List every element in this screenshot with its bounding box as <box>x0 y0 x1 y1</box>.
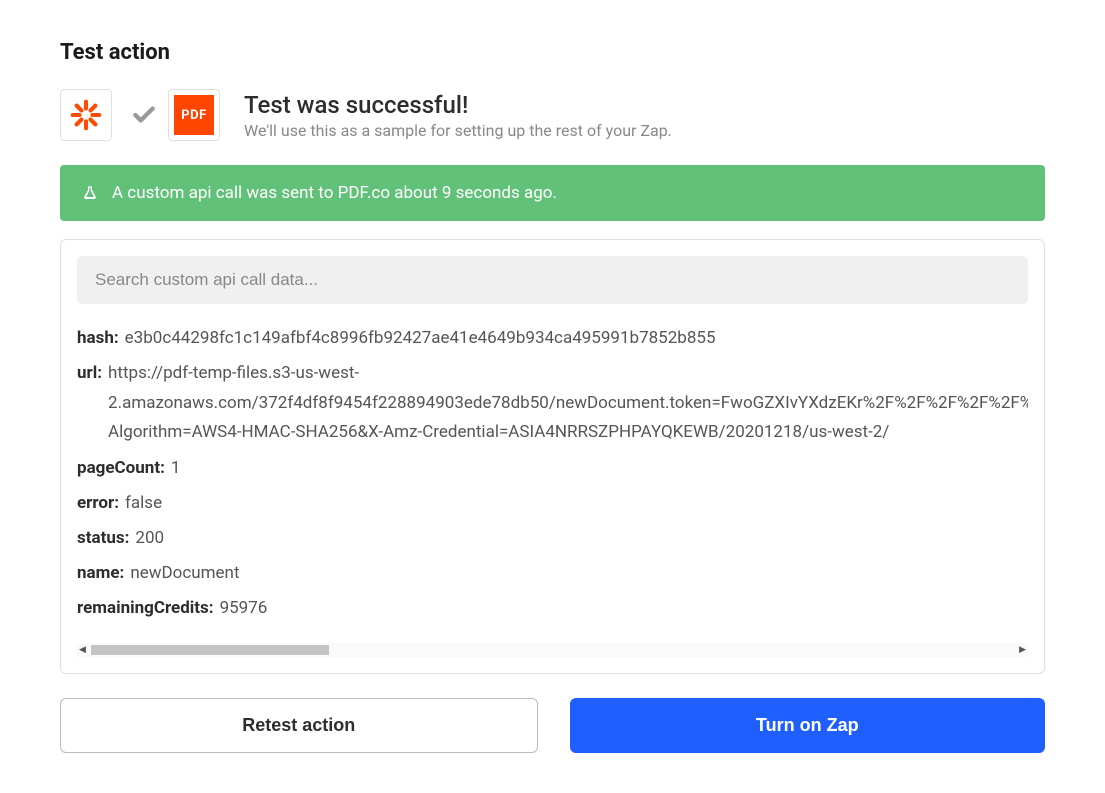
data-value: 95976 <box>220 594 268 623</box>
data-row-error: error: false <box>77 489 1028 518</box>
success-subtitle: We'll use this as a sample for setting u… <box>244 121 672 140</box>
header-text: Test was successful! We'll use this as a… <box>244 91 672 140</box>
banner-message: A custom api call was sent to PDF.co abo… <box>112 183 557 203</box>
data-row-pagecount: pageCount: 1 <box>77 454 1028 483</box>
scroll-right-arrow-icon[interactable]: ▶ <box>1019 645 1026 655</box>
data-row-status: status: 200 <box>77 524 1028 553</box>
flask-icon <box>82 185 98 201</box>
data-key: error: <box>77 489 119 518</box>
data-panel: hash: e3b0c44298fc1c149afbf4c8996fb92427… <box>60 239 1045 674</box>
success-title: Test was successful! <box>244 91 672 119</box>
pdfco-icon: PDF <box>168 89 220 141</box>
data-value: 1 <box>171 454 181 483</box>
data-value: https://pdf-temp-files.s3-us-west-2.amaz… <box>108 359 1028 448</box>
data-key: remainingCredits: <box>77 594 214 623</box>
button-row: Retest action Turn on Zap <box>60 698 1045 753</box>
search-input[interactable] <box>77 256 1028 304</box>
data-row-remainingcredits: remainingCredits: 95976 <box>77 594 1028 623</box>
data-value: 200 <box>135 524 164 553</box>
data-value: false <box>125 489 162 518</box>
data-value: e3b0c44298fc1c149afbf4c8996fb92427ae41e4… <box>125 324 716 353</box>
retest-button[interactable]: Retest action <box>60 698 538 753</box>
header-row: PDF Test was successful! We'll use this … <box>60 89 1045 141</box>
data-row-url: url: https://pdf-temp-files.s3-us-west-2… <box>77 359 1028 448</box>
data-key: pageCount: <box>77 454 165 483</box>
data-row-name: name: newDocument <box>77 559 1028 588</box>
data-list: hash: e3b0c44298fc1c149afbf4c8996fb92427… <box>77 324 1028 637</box>
data-key: status: <box>77 524 129 553</box>
scroll-left-arrow-icon[interactable]: ◀ <box>79 645 86 655</box>
horizontal-scrollbar[interactable]: ◀ ▶ <box>77 643 1028 657</box>
check-icon <box>128 99 160 131</box>
data-key: hash: <box>77 324 119 353</box>
data-row-hash: hash: e3b0c44298fc1c149afbf4c8996fb92427… <box>77 324 1028 353</box>
data-key: url: <box>77 359 102 388</box>
zapier-icon <box>60 89 112 141</box>
turn-on-zap-button[interactable]: Turn on Zap <box>570 698 1046 753</box>
data-value: newDocument <box>130 559 239 588</box>
pdf-badge: PDF <box>174 95 214 135</box>
scrollbar-thumb[interactable] <box>91 645 329 655</box>
data-key: name: <box>77 559 124 588</box>
page-title: Test action <box>60 40 1045 65</box>
status-banner: A custom api call was sent to PDF.co abo… <box>60 165 1045 221</box>
